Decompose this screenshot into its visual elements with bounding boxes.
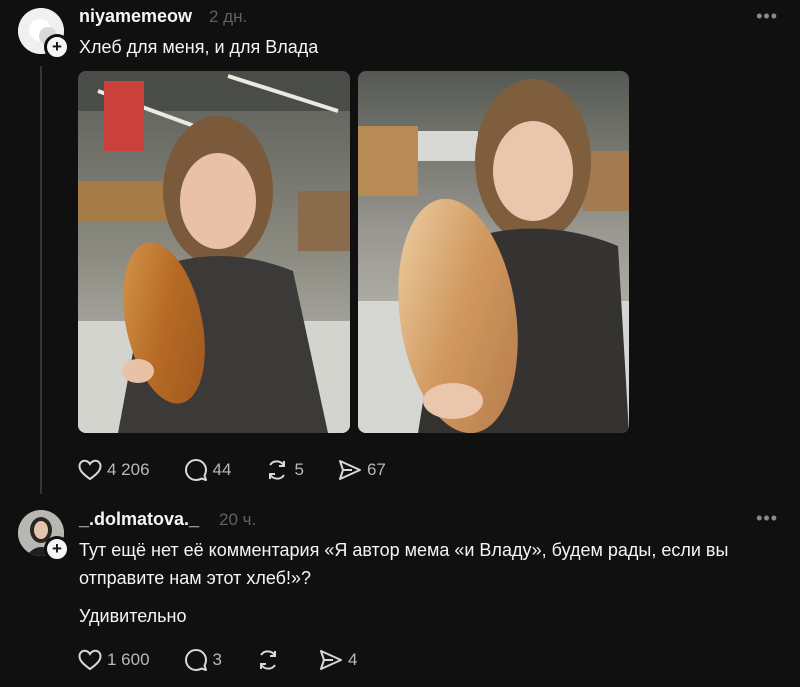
more-icon[interactable]: •••: [756, 6, 778, 27]
post-time: 20 ч.: [219, 510, 257, 529]
comment-count: 44: [212, 460, 232, 479]
share-count: 4: [348, 650, 358, 669]
repost-icon: [269, 460, 286, 480]
heart-icon: [78, 649, 102, 671]
post-text: Хлеб для меня, и для Влада: [79, 37, 319, 57]
username[interactable]: niyamemeow: [79, 6, 192, 27]
share-icon: [320, 650, 343, 670]
repost-icon: [260, 650, 277, 670]
more-icon[interactable]: •••: [756, 508, 778, 529]
comment-count: 3: [212, 650, 223, 669]
comment-icon: [184, 649, 207, 671]
like-button[interactable]: 1 600: [78, 649, 150, 671]
bread-closeup-photo[interactable]: [358, 71, 629, 433]
like-count: 1 600: [107, 650, 150, 669]
share-icon: [338, 460, 361, 480]
follow-plus-icon[interactable]: +: [44, 536, 70, 562]
comment-button[interactable]: 3: [184, 648, 222, 672]
post-text-second: Удивительно: [79, 606, 187, 626]
heart-icon: [78, 459, 102, 481]
comment-icon: [184, 459, 207, 481]
repost-button[interactable]: [256, 648, 285, 672]
like-count: 4 206: [107, 460, 150, 479]
avatar[interactable]: +: [18, 8, 70, 60]
share-button[interactable]: 4: [319, 649, 357, 671]
post-text: Тут ещё нет её комментария «Я автор мема…: [79, 540, 729, 588]
post-time: 2 дн.: [209, 7, 248, 26]
selfie-with-bread-photo[interactable]: [78, 71, 350, 433]
username[interactable]: _.dolmatova._: [79, 509, 199, 530]
avatar[interactable]: +: [18, 510, 70, 562]
share-count: 67: [366, 460, 386, 479]
like-button[interactable]: 4 206: [78, 459, 150, 481]
repost-button[interactable]: 5: [265, 458, 304, 482]
post-actions: 1 600 3 4: [78, 648, 391, 672]
thread-line: [40, 66, 42, 494]
follow-plus-icon[interactable]: +: [44, 34, 70, 60]
comment-button[interactable]: 44: [184, 458, 232, 482]
share-button[interactable]: 67: [338, 459, 386, 481]
post-actions: 4 206 44 5 67: [78, 458, 420, 482]
repost-count: 5: [294, 460, 304, 479]
